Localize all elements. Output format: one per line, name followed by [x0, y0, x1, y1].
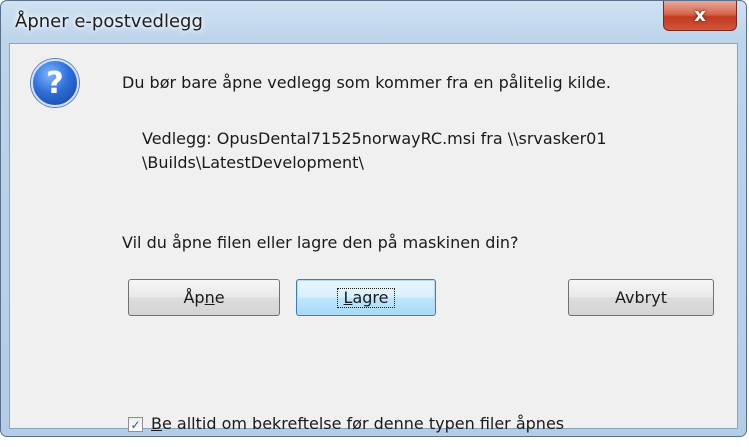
- save-button[interactable]: Lagre: [296, 279, 436, 316]
- warning-text: Du bør bare åpne vedlegg som kommer fra …: [122, 73, 611, 92]
- attachment-line-1: Vedlegg: OpusDental71525norwayRC.msi fra…: [142, 129, 607, 148]
- question-text: Vil du åpne filen eller lagre den på mas…: [122, 233, 519, 252]
- attachment-line-2: \Builds\LatestDevelopment\: [142, 153, 364, 172]
- open-button[interactable]: Åpne: [128, 279, 280, 316]
- window-title: Åpner e-postvedlegg: [15, 11, 203, 32]
- open-button-label: Åpne: [183, 288, 225, 307]
- confirm-checkbox-label[interactable]: Be alltid om bekreftelse før denne typen…: [151, 414, 564, 433]
- close-icon: x: [694, 5, 706, 26]
- confirm-checkbox[interactable]: ✓: [128, 417, 143, 432]
- save-button-label: Lagre: [336, 287, 396, 308]
- cancel-button[interactable]: Avbryt: [568, 279, 714, 316]
- dialog-window: Åpner e-postvedlegg x ? Du bør bare åpne…: [0, 0, 747, 437]
- title-bar[interactable]: Åpner e-postvedlegg x: [1, 1, 746, 43]
- question-icon: ?: [31, 59, 79, 107]
- close-button[interactable]: x: [663, 1, 737, 31]
